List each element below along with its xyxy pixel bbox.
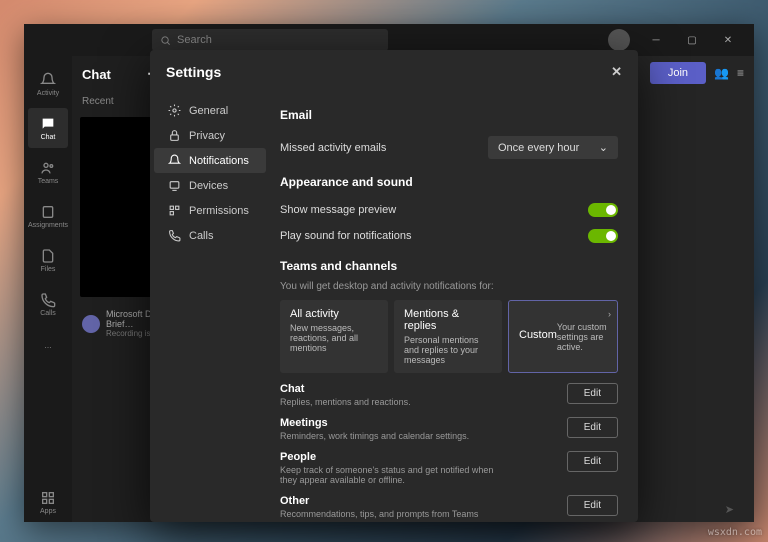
appbar-apps[interactable]: Apps <box>28 482 68 522</box>
missed-activity-label: Missed activity emails <box>280 142 386 154</box>
section-email: Email <box>280 108 618 122</box>
gear-icon <box>168 104 181 117</box>
appbar-chat[interactable]: Chat <box>28 108 68 148</box>
files-icon <box>40 248 56 264</box>
section-people: PeopleKeep track of someone's status and… <box>280 451 618 485</box>
close-window-button[interactable]: ✕ <box>710 26 746 54</box>
edit-people-button[interactable]: Edit <box>567 451 618 472</box>
card-mentions-replies[interactable]: Mentions & replies Personal mentions and… <box>394 300 502 373</box>
section-meetings: MeetingsReminders, work timings and cale… <box>280 417 618 441</box>
chevron-right-icon: › <box>608 309 611 319</box>
chevron-down-icon: ⌄ <box>599 141 608 154</box>
appbar-teams[interactable]: Teams <box>28 152 68 192</box>
nav-notifications[interactable]: Notifications <box>154 148 266 173</box>
section-other: OtherRecommendations, tips, and prompts … <box>280 495 618 519</box>
phone-icon <box>168 229 181 242</box>
play-sound-toggle[interactable] <box>588 229 618 243</box>
appbar-calls[interactable]: Calls <box>28 284 68 324</box>
search-placeholder: Search <box>177 34 212 46</box>
watermark: wsxdn.com <box>708 527 762 538</box>
settings-content: Email Missed activity emails Once every … <box>270 94 638 522</box>
bell-icon <box>40 72 56 88</box>
more-icon: ⋯ <box>45 344 52 352</box>
nav-general[interactable]: General <box>154 98 266 123</box>
minimize-button[interactable]: ─ <box>638 26 674 54</box>
appbar-assignments[interactable]: Assignments <box>28 196 68 236</box>
nav-devices[interactable]: Devices <box>154 173 266 198</box>
devices-icon <box>168 179 181 192</box>
join-button[interactable]: Join <box>650 62 706 84</box>
assignments-icon <box>40 204 56 220</box>
lock-icon <box>168 129 181 142</box>
nav-privacy[interactable]: Privacy <box>154 123 266 148</box>
nav-permissions[interactable]: Permissions <box>154 198 266 223</box>
appbar-more[interactable]: ⋯ <box>28 328 68 368</box>
nav-calls[interactable]: Calls <box>154 223 266 248</box>
app-bar: Activity Chat Teams Assignments Files Ca… <box>24 56 72 522</box>
section-chat: ChatReplies, mentions and reactions. Edi… <box>280 383 618 407</box>
options-icon[interactable]: ≡ <box>737 66 744 80</box>
avatar[interactable] <box>608 29 630 51</box>
close-icon[interactable]: ✕ <box>611 64 622 80</box>
send-icon[interactable]: ➤ <box>725 503 734 516</box>
bell-icon <box>168 154 181 167</box>
settings-nav: General Privacy Notifications Devices Pe… <box>150 94 270 522</box>
teams-icon <box>40 160 56 176</box>
meeting-avatar <box>82 315 100 333</box>
show-preview-label: Show message preview <box>280 204 396 216</box>
appbar-activity[interactable]: Activity <box>28 64 68 104</box>
settings-modal: Settings ✕ General Privacy Notifications… <box>150 50 638 522</box>
search-icon <box>160 35 171 46</box>
chat-icon <box>40 116 56 132</box>
phone-icon <box>40 292 56 308</box>
missed-activity-select[interactable]: Once every hour ⌄ <box>488 136 618 159</box>
section-appearance: Appearance and sound <box>280 175 618 189</box>
appbar-files[interactable]: Files <box>28 240 68 280</box>
permissions-icon <box>168 204 181 217</box>
chat-header-title: Chat <box>82 67 111 82</box>
participants-icon[interactable]: 👥 <box>714 66 729 80</box>
teams-sub: You will get desktop and activity notifi… <box>280 281 618 292</box>
section-teams: Teams and channels <box>280 259 618 273</box>
card-custom[interactable]: Custom Your custom settings are active. … <box>508 300 618 373</box>
play-sound-label: Play sound for notifications <box>280 230 411 242</box>
show-preview-toggle[interactable] <box>588 203 618 217</box>
edit-meetings-button[interactable]: Edit <box>567 417 618 438</box>
maximize-button[interactable]: ▢ <box>674 26 710 54</box>
settings-title: Settings <box>166 64 221 80</box>
edit-other-button[interactable]: Edit <box>567 495 618 516</box>
search-box[interactable]: Search <box>152 29 388 51</box>
card-all-activity[interactable]: All activity New messages, reactions, an… <box>280 300 388 373</box>
apps-icon <box>40 490 56 506</box>
edit-chat-button[interactable]: Edit <box>567 383 618 404</box>
